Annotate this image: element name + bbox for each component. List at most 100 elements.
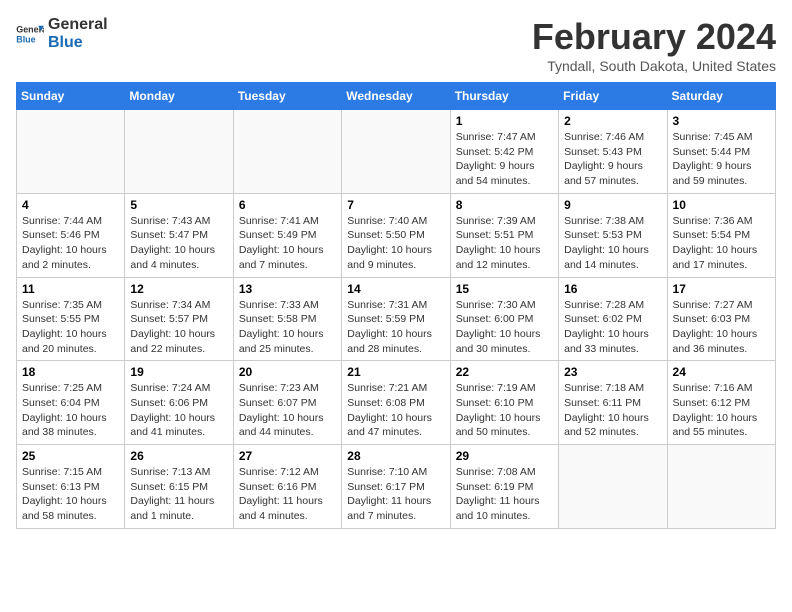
sub-title: Tyndall, South Dakota, United States — [532, 58, 776, 74]
calendar-cell: 4 Sunrise: 7:44 AM Sunset: 5:46 PM Daylig… — [17, 193, 125, 277]
day-number: 7 — [347, 198, 444, 212]
day-info: Sunrise: 7:33 AM Sunset: 5:58 PM Dayligh… — [239, 298, 336, 357]
calendar-table: SundayMondayTuesdayWednesdayThursdayFrid… — [16, 82, 776, 529]
day-number: 25 — [22, 449, 119, 463]
day-info: Sunrise: 7:34 AM Sunset: 5:57 PM Dayligh… — [130, 298, 227, 357]
calendar-cell: 12 Sunrise: 7:34 AM Sunset: 5:57 PM Dayli… — [125, 277, 233, 361]
calendar-cell: 22 Sunrise: 7:19 AM Sunset: 6:10 PM Dayli… — [450, 361, 558, 445]
day-info: Sunrise: 7:24 AM Sunset: 6:06 PM Dayligh… — [130, 381, 227, 440]
day-number: 28 — [347, 449, 444, 463]
main-title: February 2024 — [532, 16, 776, 58]
calendar-cell: 23 Sunrise: 7:18 AM Sunset: 6:11 PM Dayli… — [559, 361, 667, 445]
day-info: Sunrise: 7:39 AM Sunset: 5:51 PM Dayligh… — [456, 214, 553, 273]
day-number: 18 — [22, 365, 119, 379]
calendar-cell: 19 Sunrise: 7:24 AM Sunset: 6:06 PM Dayli… — [125, 361, 233, 445]
day-info: Sunrise: 7:15 AM Sunset: 6:13 PM Dayligh… — [22, 465, 119, 524]
day-number: 2 — [564, 114, 661, 128]
day-info: Sunrise: 7:35 AM Sunset: 5:55 PM Dayligh… — [22, 298, 119, 357]
day-info: Sunrise: 7:30 AM Sunset: 6:00 PM Dayligh… — [456, 298, 553, 357]
calendar-cell — [342, 110, 450, 194]
day-info: Sunrise: 7:47 AM Sunset: 5:42 PM Dayligh… — [456, 130, 553, 189]
day-info: Sunrise: 7:27 AM Sunset: 6:03 PM Dayligh… — [673, 298, 770, 357]
calendar-cell: 18 Sunrise: 7:25 AM Sunset: 6:04 PM Dayli… — [17, 361, 125, 445]
day-info: Sunrise: 7:38 AM Sunset: 5:53 PM Dayligh… — [564, 214, 661, 273]
day-info: Sunrise: 7:41 AM Sunset: 5:49 PM Dayligh… — [239, 214, 336, 273]
day-info: Sunrise: 7:21 AM Sunset: 6:08 PM Dayligh… — [347, 381, 444, 440]
header-cell-monday: Monday — [125, 83, 233, 110]
day-info: Sunrise: 7:10 AM Sunset: 6:17 PM Dayligh… — [347, 465, 444, 524]
day-number: 14 — [347, 282, 444, 296]
day-number: 11 — [22, 282, 119, 296]
day-number: 23 — [564, 365, 661, 379]
logo-blue-text: Blue — [48, 34, 108, 52]
day-number: 22 — [456, 365, 553, 379]
day-number: 8 — [456, 198, 553, 212]
calendar-cell: 28 Sunrise: 7:10 AM Sunset: 6:17 PM Dayli… — [342, 445, 450, 529]
day-number: 12 — [130, 282, 227, 296]
header-cell-sunday: Sunday — [17, 83, 125, 110]
day-number: 5 — [130, 198, 227, 212]
calendar-cell: 1 Sunrise: 7:47 AM Sunset: 5:42 PM Daylig… — [450, 110, 558, 194]
day-info: Sunrise: 7:36 AM Sunset: 5:54 PM Dayligh… — [673, 214, 770, 273]
calendar-cell: 27Sunrise: 7:12 AM Sunset: 6:16 PM Dayli… — [233, 445, 341, 529]
day-info: Sunrise: 7:46 AM Sunset: 5:43 PM Dayligh… — [564, 130, 661, 189]
calendar-cell: 21 Sunrise: 7:21 AM Sunset: 6:08 PM Dayli… — [342, 361, 450, 445]
calendar-cell: 3 Sunrise: 7:45 AM Sunset: 5:44 PM Daylig… — [667, 110, 775, 194]
day-number: 29 — [456, 449, 553, 463]
day-info: Sunrise: 7:16 AM Sunset: 6:12 PM Dayligh… — [673, 381, 770, 440]
header-area: General Blue General Blue February 2024 … — [16, 16, 776, 74]
calendar-cell: 16 Sunrise: 7:28 AM Sunset: 6:02 PM Dayli… — [559, 277, 667, 361]
day-info: Sunrise: 7:40 AM Sunset: 5:50 PM Dayligh… — [347, 214, 444, 273]
calendar-cell: 11 Sunrise: 7:35 AM Sunset: 5:55 PM Dayli… — [17, 277, 125, 361]
calendar-week-row: 4 Sunrise: 7:44 AM Sunset: 5:46 PM Daylig… — [17, 193, 776, 277]
calendar-cell — [233, 110, 341, 194]
day-number: 24 — [673, 365, 770, 379]
day-info: Sunrise: 7:25 AM Sunset: 6:04 PM Dayligh… — [22, 381, 119, 440]
calendar-cell: 20Sunrise: 7:23 AM Sunset: 6:07 PM Dayli… — [233, 361, 341, 445]
calendar-cell: 14Sunrise: 7:31 AM Sunset: 5:59 PM Dayli… — [342, 277, 450, 361]
day-number: 16 — [564, 282, 661, 296]
day-info: Sunrise: 7:12 AM Sunset: 6:16 PM Dayligh… — [239, 465, 336, 524]
day-info: Sunrise: 7:19 AM Sunset: 6:10 PM Dayligh… — [456, 381, 553, 440]
calendar-cell: 29 Sunrise: 7:08 AM Sunset: 6:19 PM Dayli… — [450, 445, 558, 529]
day-number: 10 — [673, 198, 770, 212]
calendar-week-row: 25 Sunrise: 7:15 AM Sunset: 6:13 PM Dayli… — [17, 445, 776, 529]
day-number: 3 — [673, 114, 770, 128]
title-area: February 2024 Tyndall, South Dakota, Uni… — [532, 16, 776, 74]
calendar-cell: 6Sunrise: 7:41 AM Sunset: 5:49 PM Daylig… — [233, 193, 341, 277]
calendar-cell — [667, 445, 775, 529]
day-number: 13 — [239, 282, 336, 296]
calendar-cell: 9Sunrise: 7:38 AM Sunset: 5:53 PM Daylig… — [559, 193, 667, 277]
day-number: 20 — [239, 365, 336, 379]
svg-text:Blue: Blue — [16, 34, 35, 44]
day-info: Sunrise: 7:44 AM Sunset: 5:46 PM Dayligh… — [22, 214, 119, 273]
calendar-cell: 2 Sunrise: 7:46 AM Sunset: 5:43 PM Daylig… — [559, 110, 667, 194]
calendar-cell — [125, 110, 233, 194]
day-number: 4 — [22, 198, 119, 212]
calendar-week-row: 18 Sunrise: 7:25 AM Sunset: 6:04 PM Dayli… — [17, 361, 776, 445]
header-cell-thursday: Thursday — [450, 83, 558, 110]
calendar-week-row: 1 Sunrise: 7:47 AM Sunset: 5:42 PM Daylig… — [17, 110, 776, 194]
header-cell-friday: Friday — [559, 83, 667, 110]
calendar-cell: 26Sunrise: 7:13 AM Sunset: 6:15 PM Dayli… — [125, 445, 233, 529]
day-number: 19 — [130, 365, 227, 379]
day-info: Sunrise: 7:45 AM Sunset: 5:44 PM Dayligh… — [673, 130, 770, 189]
header-cell-wednesday: Wednesday — [342, 83, 450, 110]
day-number: 15 — [456, 282, 553, 296]
day-number: 21 — [347, 365, 444, 379]
day-number: 26 — [130, 449, 227, 463]
day-number: 1 — [456, 114, 553, 128]
calendar-cell — [559, 445, 667, 529]
day-info: Sunrise: 7:08 AM Sunset: 6:19 PM Dayligh… — [456, 465, 553, 524]
calendar-cell: 5 Sunrise: 7:43 AM Sunset: 5:47 PM Daylig… — [125, 193, 233, 277]
day-info: Sunrise: 7:18 AM Sunset: 6:11 PM Dayligh… — [564, 381, 661, 440]
day-info: Sunrise: 7:43 AM Sunset: 5:47 PM Dayligh… — [130, 214, 227, 273]
calendar-cell: 10 Sunrise: 7:36 AM Sunset: 5:54 PM Dayli… — [667, 193, 775, 277]
calendar-header-row: SundayMondayTuesdayWednesdayThursdayFrid… — [17, 83, 776, 110]
calendar-cell: 8 Sunrise: 7:39 AM Sunset: 5:51 PM Daylig… — [450, 193, 558, 277]
calendar-cell: 25 Sunrise: 7:15 AM Sunset: 6:13 PM Dayli… — [17, 445, 125, 529]
day-number: 17 — [673, 282, 770, 296]
calendar-cell: 17 Sunrise: 7:27 AM Sunset: 6:03 PM Dayli… — [667, 277, 775, 361]
day-info: Sunrise: 7:28 AM Sunset: 6:02 PM Dayligh… — [564, 298, 661, 357]
logo-general-text: General — [48, 16, 108, 34]
